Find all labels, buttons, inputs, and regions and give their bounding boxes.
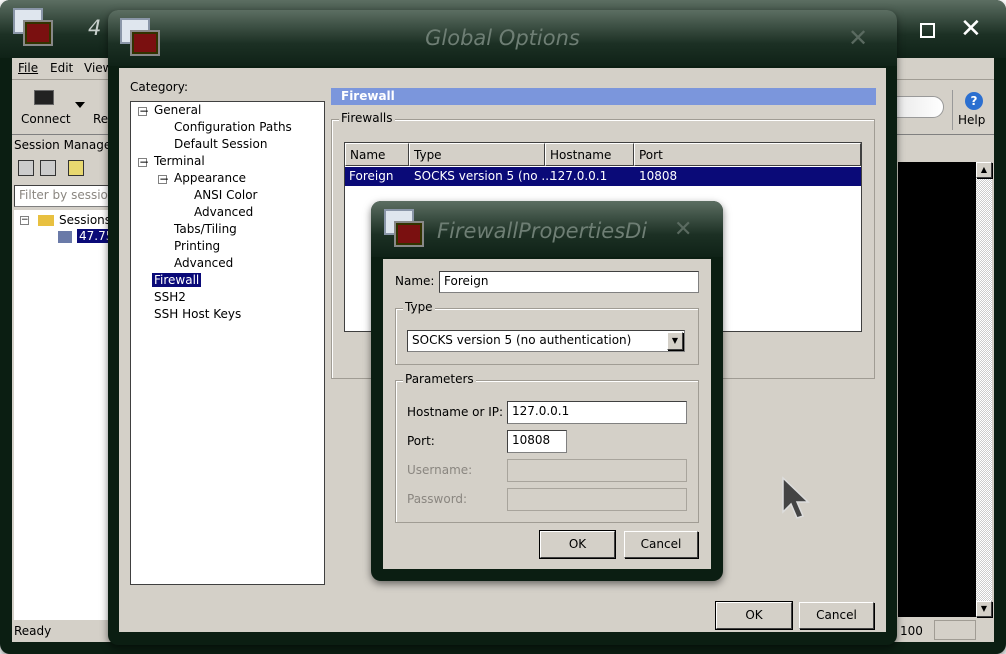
port-input[interactable]: 10808	[507, 430, 567, 453]
name-input[interactable]: Foreign	[439, 271, 699, 293]
tree-item-general[interactable]: General	[154, 103, 201, 117]
scroll-up-icon[interactable]: ▲	[976, 162, 992, 178]
collapse-icon[interactable]: −	[138, 105, 149, 117]
close-icon[interactable]: ✕	[960, 14, 982, 44]
tree-item-ssh2[interactable]: SSH2	[154, 290, 186, 304]
firewall-dialog-close-icon[interactable]: ✕	[674, 217, 692, 242]
chevron-down-icon[interactable]: ▼	[667, 332, 683, 350]
help-button[interactable]: ? Help	[952, 90, 992, 130]
tree-item-printing[interactable]: Printing	[174, 239, 220, 253]
folder-icon	[38, 215, 54, 226]
type-select[interactable]: SOCKS version 5 (no authentication) ▼	[407, 330, 685, 352]
collapse-icon[interactable]: −	[158, 173, 169, 185]
global-options-close-icon[interactable]: ✕	[848, 24, 868, 52]
global-options-title: Global Options	[425, 26, 580, 50]
status-panel	[934, 620, 976, 640]
password-input[interactable]	[507, 488, 687, 511]
username-input[interactable]	[507, 459, 687, 482]
new-folder-icon[interactable]	[40, 160, 56, 176]
sessions-folder[interactable]: Sessions	[59, 213, 111, 227]
hostname-label: Hostname or IP:	[407, 405, 504, 419]
maximize-icon[interactable]	[920, 23, 935, 38]
properties-icon[interactable]	[68, 160, 84, 176]
firewalls-group-label: Firewalls	[339, 111, 395, 125]
session-manager-title: Session Manager	[14, 138, 117, 152]
dialog-app-icon	[384, 209, 424, 249]
column-name[interactable]: Name	[345, 143, 409, 166]
firewall-properties-dialog: FirewallPropertiesDi ✕ Name: Foreign Typ…	[371, 201, 723, 581]
parameters-group-label: Parameters	[403, 372, 476, 386]
mouse-cursor-icon	[782, 476, 810, 519]
column-port[interactable]: Port	[634, 143, 861, 166]
name-label: Name:	[395, 274, 435, 288]
tree-item-tabs-tiling[interactable]: Tabs/Tiling	[174, 222, 237, 236]
tree-item-ansi-color[interactable]: ANSI Color	[194, 188, 258, 202]
tree-item-default-session[interactable]: Default Session	[174, 137, 267, 151]
tree-item-terminal[interactable]: Terminal	[154, 154, 205, 168]
terminal-scrollbar[interactable]: ▲ ▼	[976, 162, 992, 617]
firewall-ok-button[interactable]: OK	[539, 530, 616, 559]
reconnect-button[interactable]: Re	[93, 112, 108, 126]
connect-dropdown-icon[interactable]	[75, 102, 85, 113]
new-session-icon[interactable]	[18, 160, 34, 176]
menu-edit[interactable]: Edit	[50, 61, 73, 75]
session-icon	[58, 231, 72, 243]
port-label: Port:	[407, 434, 435, 448]
tree-item-appearance-advanced[interactable]: Advanced	[194, 205, 253, 219]
username-label: Username:	[407, 463, 473, 477]
tree-item-terminal-advanced[interactable]: Advanced	[174, 256, 233, 270]
category-tree: − General Configuration Paths Default Se…	[130, 101, 325, 585]
firewall-cancel-button[interactable]: Cancel	[624, 531, 698, 558]
help-icon: ?	[965, 92, 983, 110]
connect-button[interactable]: Connect	[18, 86, 72, 130]
status-zoom: 100	[900, 624, 923, 638]
status-text: Ready	[14, 624, 52, 638]
ok-button[interactable]: OK	[715, 601, 793, 630]
firewall-dialog-client: Name: Foreign Type SOCKS version 5 (no a…	[383, 259, 711, 569]
main-window-title: 4	[88, 16, 102, 40]
terminal-area[interactable]	[898, 162, 976, 617]
search-box[interactable]	[892, 96, 944, 118]
tree-item-ssh-host-keys[interactable]: SSH Host Keys	[154, 307, 241, 321]
session-tree: − Sessions 47.75	[14, 210, 116, 620]
column-hostname[interactable]: Hostname	[545, 143, 634, 166]
tree-item-appearance[interactable]: Appearance	[174, 171, 246, 185]
menu-file[interactable]: File	[18, 61, 38, 75]
monitor-icon	[34, 90, 54, 105]
type-group-label: Type	[403, 300, 435, 314]
category-label: Category:	[130, 80, 188, 94]
password-label: Password:	[407, 492, 468, 506]
app-icon	[13, 8, 53, 48]
firewall-dialog-title: FirewallPropertiesDi	[437, 219, 648, 243]
cancel-button[interactable]: Cancel	[799, 602, 874, 629]
tree-item-firewall[interactable]: Firewall	[152, 273, 202, 287]
table-row[interactable]: Foreign SOCKS version 5 (no ... 127.0.0.…	[345, 167, 861, 186]
collapse-icon[interactable]: −	[138, 156, 149, 168]
scroll-down-icon[interactable]: ▼	[976, 601, 992, 617]
tree-item-configuration-paths[interactable]: Configuration Paths	[174, 120, 292, 134]
section-header: Firewall	[331, 88, 876, 105]
session-filter-input[interactable]: Filter by session	[14, 185, 114, 207]
column-type[interactable]: Type	[409, 143, 545, 166]
collapse-icon[interactable]: −	[20, 216, 29, 225]
hostname-input[interactable]: 127.0.0.1	[507, 401, 687, 424]
